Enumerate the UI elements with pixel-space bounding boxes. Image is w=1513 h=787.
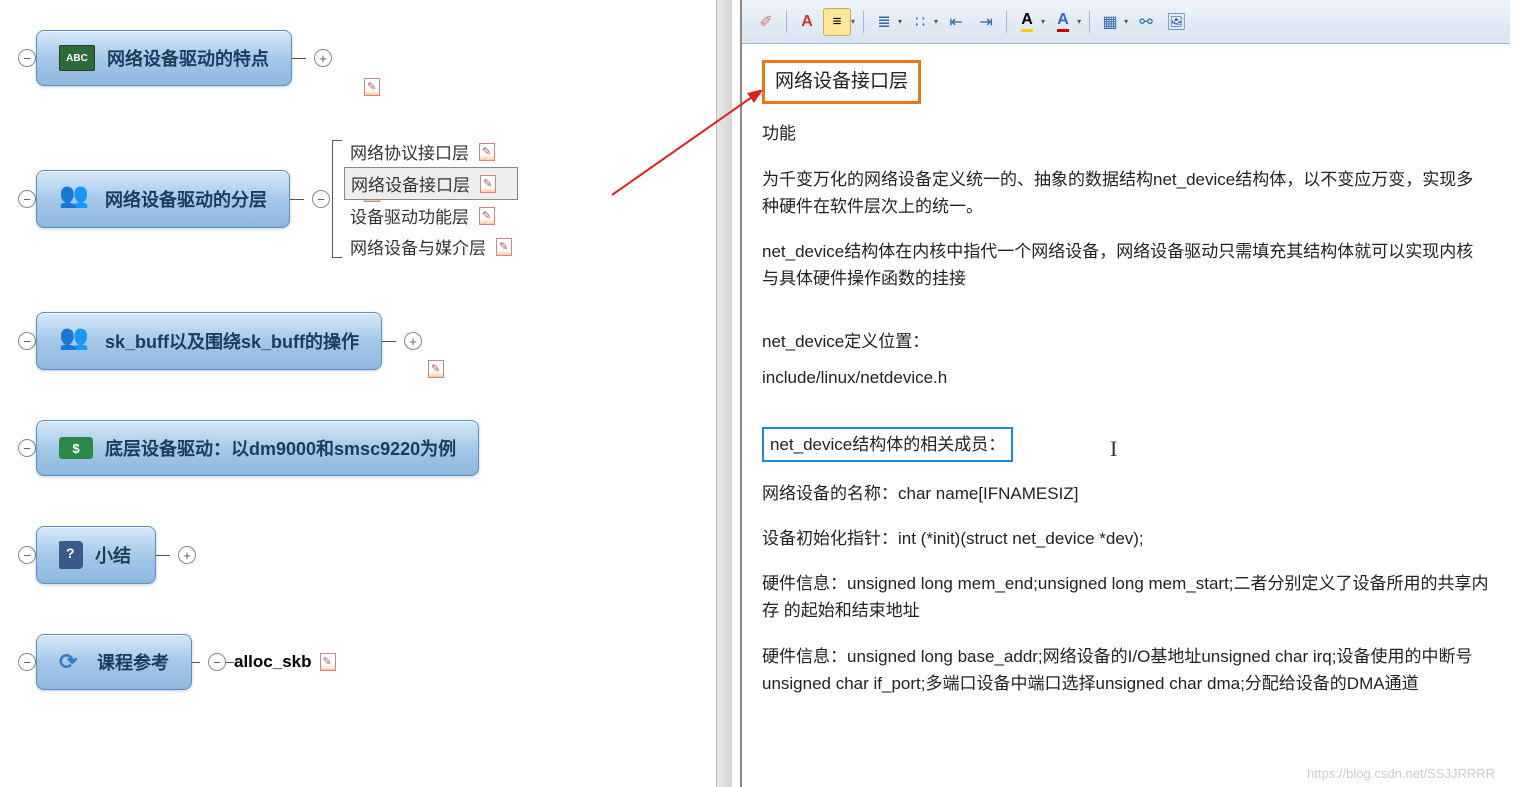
doc-paragraph: 硬件信息：unsigned long base_addr;网络设备的I/O基地址… (762, 643, 1490, 697)
sub-label: 网络设备与媒介层 (350, 234, 486, 259)
node-label: sk_buff以及围绕sk_buff的操作 (105, 328, 359, 354)
numbered-list-button[interactable]: ≣ (870, 8, 898, 36)
image-button[interactable]: 🖼 (1162, 8, 1190, 36)
mindmap-node-row: − 网络设备驱动的分层 − 网络协议接口层 网络设备接口层 设备驱动功能层 网络… (10, 136, 710, 262)
separator (1006, 11, 1007, 33)
node-label: 网络设备驱动的分层 (105, 186, 267, 212)
format-painter-button[interactable]: ✐ (752, 8, 780, 36)
node-label: 课程参考 (97, 649, 169, 675)
document-content[interactable]: 网络设备接口层 功能 为千变万化的网络设备定义统一的、抽象的数据结构net_de… (742, 44, 1510, 731)
watermark: https://blog.csdn.net/SSJJRRRR (1307, 766, 1495, 781)
highlight-color-button[interactable]: A (1013, 8, 1041, 36)
mindmap-node-row: − sk_buff以及围绕sk_buff的操作 + (10, 312, 710, 370)
collapse-btn[interactable]: − (18, 332, 36, 350)
increase-indent-button[interactable]: ⇥ (972, 8, 1000, 36)
connector (290, 199, 304, 200)
doc-paragraph: 功能 (762, 120, 1490, 147)
decrease-indent-button[interactable]: ⇤ (942, 8, 970, 36)
sub-label: 网络协议接口层 (350, 139, 469, 164)
separator (1089, 11, 1090, 33)
sub-item-media[interactable]: 网络设备与媒介层 (344, 231, 518, 262)
mindmap-node-lowlevel[interactable]: $ 底层设备驱动：以dm9000和smsc9220为例 (36, 420, 479, 476)
mindmap-node-references[interactable]: ⟳ 课程参考 (36, 634, 192, 690)
mindmap-node-skbuff[interactable]: sk_buff以及围绕sk_buff的操作 (36, 312, 382, 370)
collapse-btn[interactable]: − (18, 190, 36, 208)
collapse-btn[interactable]: − (18, 439, 36, 457)
doc-highlight: net_device结构体的相关成员： (762, 427, 1013, 462)
sub-label: 设备驱动功能层 (350, 203, 469, 228)
dropdown-icon[interactable]: ▾ (1124, 17, 1128, 26)
mindmap-node-features[interactable]: ABC 网络设备驱动的特点 (36, 30, 292, 86)
expand-btn[interactable]: + (314, 49, 332, 67)
node-label: 底层设备驱动：以dm9000和smsc9220为例 (105, 435, 456, 461)
collapse-btn[interactable]: − (18, 653, 36, 671)
connector (382, 341, 396, 342)
mindmap-node-summary[interactable]: 小结 (36, 526, 156, 584)
table-button[interactable]: ▦ (1096, 8, 1124, 36)
mindmap-node-row: − 小结 + (10, 526, 710, 584)
note-icon[interactable] (479, 207, 495, 225)
connector (156, 555, 170, 556)
expand-btn[interactable]: + (404, 332, 422, 350)
sub-item-protocol[interactable]: 网络协议接口层 (344, 136, 518, 167)
note-icon[interactable] (320, 653, 336, 671)
node-label: 网络设备驱动的特点 (107, 45, 269, 71)
mindmap-node-layers[interactable]: 网络设备驱动的分层 (36, 170, 290, 228)
sub-item-device-interface[interactable]: 网络设备接口层 (344, 167, 518, 200)
doc-title[interactable]: 网络设备接口层 (762, 60, 921, 104)
book-icon (59, 541, 83, 569)
doc-paragraph: net_device定义位置： (762, 328, 1490, 355)
dropdown-icon[interactable]: ▾ (934, 17, 938, 26)
node-label: 小结 (95, 542, 131, 568)
refresh-icon: ⟳ (59, 649, 85, 675)
dropdown-icon[interactable]: ▾ (1041, 17, 1045, 26)
people-icon (59, 185, 93, 213)
child-label[interactable]: alloc_skb (234, 652, 312, 672)
sub-items: 网络协议接口层 网络设备接口层 设备驱动功能层 网络设备与媒介层 (344, 136, 518, 262)
connector (292, 58, 306, 59)
align-button[interactable]: ≡ (823, 8, 851, 36)
connector (192, 662, 200, 663)
collapse-btn[interactable]: − (208, 653, 226, 671)
doc-paragraph: net_device结构体在内核中指代一个网络设备，网络设备驱动只需填充其结构体… (762, 238, 1490, 292)
doc-paragraph: 设备初始化指针：int (*init)(struct net_device *d… (762, 525, 1490, 552)
mindmap-node-row: − $ 底层设备驱动：以dm9000和smsc9220为例 (10, 420, 710, 476)
link-button[interactable]: ⚯ (1132, 8, 1160, 36)
mindmap-node-row: − ⟳ 课程参考 − alloc_skb (10, 634, 710, 690)
people-icon (59, 327, 93, 355)
note-icon[interactable] (479, 143, 495, 161)
separator (863, 11, 864, 33)
collapse-btn[interactable]: − (18, 546, 36, 564)
mindmap-panel: − ABC 网络设备驱动的特点 + − 网络设备驱动的分层 − 网络协议接口层 … (0, 0, 720, 787)
sub-label: 网络设备接口层 (351, 171, 470, 196)
doc-paragraph: 网络设备的名称：char name[IFNAMESIZ] (762, 480, 1490, 507)
font-button[interactable]: A (793, 8, 821, 36)
collapse-btn[interactable]: − (312, 190, 330, 208)
note-icon[interactable] (480, 175, 496, 193)
connector (226, 662, 234, 663)
font-color-button[interactable]: A (1049, 8, 1077, 36)
note-icon[interactable] (364, 78, 380, 96)
note-editor-panel: ✐ A ≡ ▾ ≣ ▾ ∷ ▾ ⇤ ⇥ A ▾ A ▾ ▦ ▾ ⚯ 🖼 网络设备… (740, 0, 1510, 787)
note-icon[interactable] (428, 360, 444, 378)
collapse-btn[interactable]: − (18, 49, 36, 67)
bulleted-list-button[interactable]: ∷ (906, 8, 934, 36)
dropdown-icon[interactable]: ▾ (898, 17, 902, 26)
text-cursor (1110, 436, 1112, 458)
doc-paragraph: 硬件信息：unsigned long mem_end;unsigned long… (762, 570, 1490, 624)
expand-btn[interactable]: + (178, 546, 196, 564)
note-icon[interactable] (496, 238, 512, 256)
doc-paragraph: include/linux/netdevice.h (762, 364, 1490, 391)
separator (786, 11, 787, 33)
sub-item-driver-func[interactable]: 设备驱动功能层 (344, 200, 518, 231)
abc-icon: ABC (59, 45, 95, 71)
mindmap-node-row: − ABC 网络设备驱动的特点 + (10, 30, 710, 86)
bracket (332, 140, 342, 258)
money-icon: $ (59, 437, 93, 459)
doc-paragraph: 为千变万化的网络设备定义统一的、抽象的数据结构net_device结构体，以不变… (762, 166, 1490, 220)
dropdown-icon[interactable]: ▾ (851, 17, 855, 26)
dropdown-icon[interactable]: ▾ (1077, 17, 1081, 26)
editor-toolbar: ✐ A ≡ ▾ ≣ ▾ ∷ ▾ ⇤ ⇥ A ▾ A ▾ ▦ ▾ ⚯ 🖼 (742, 0, 1510, 44)
